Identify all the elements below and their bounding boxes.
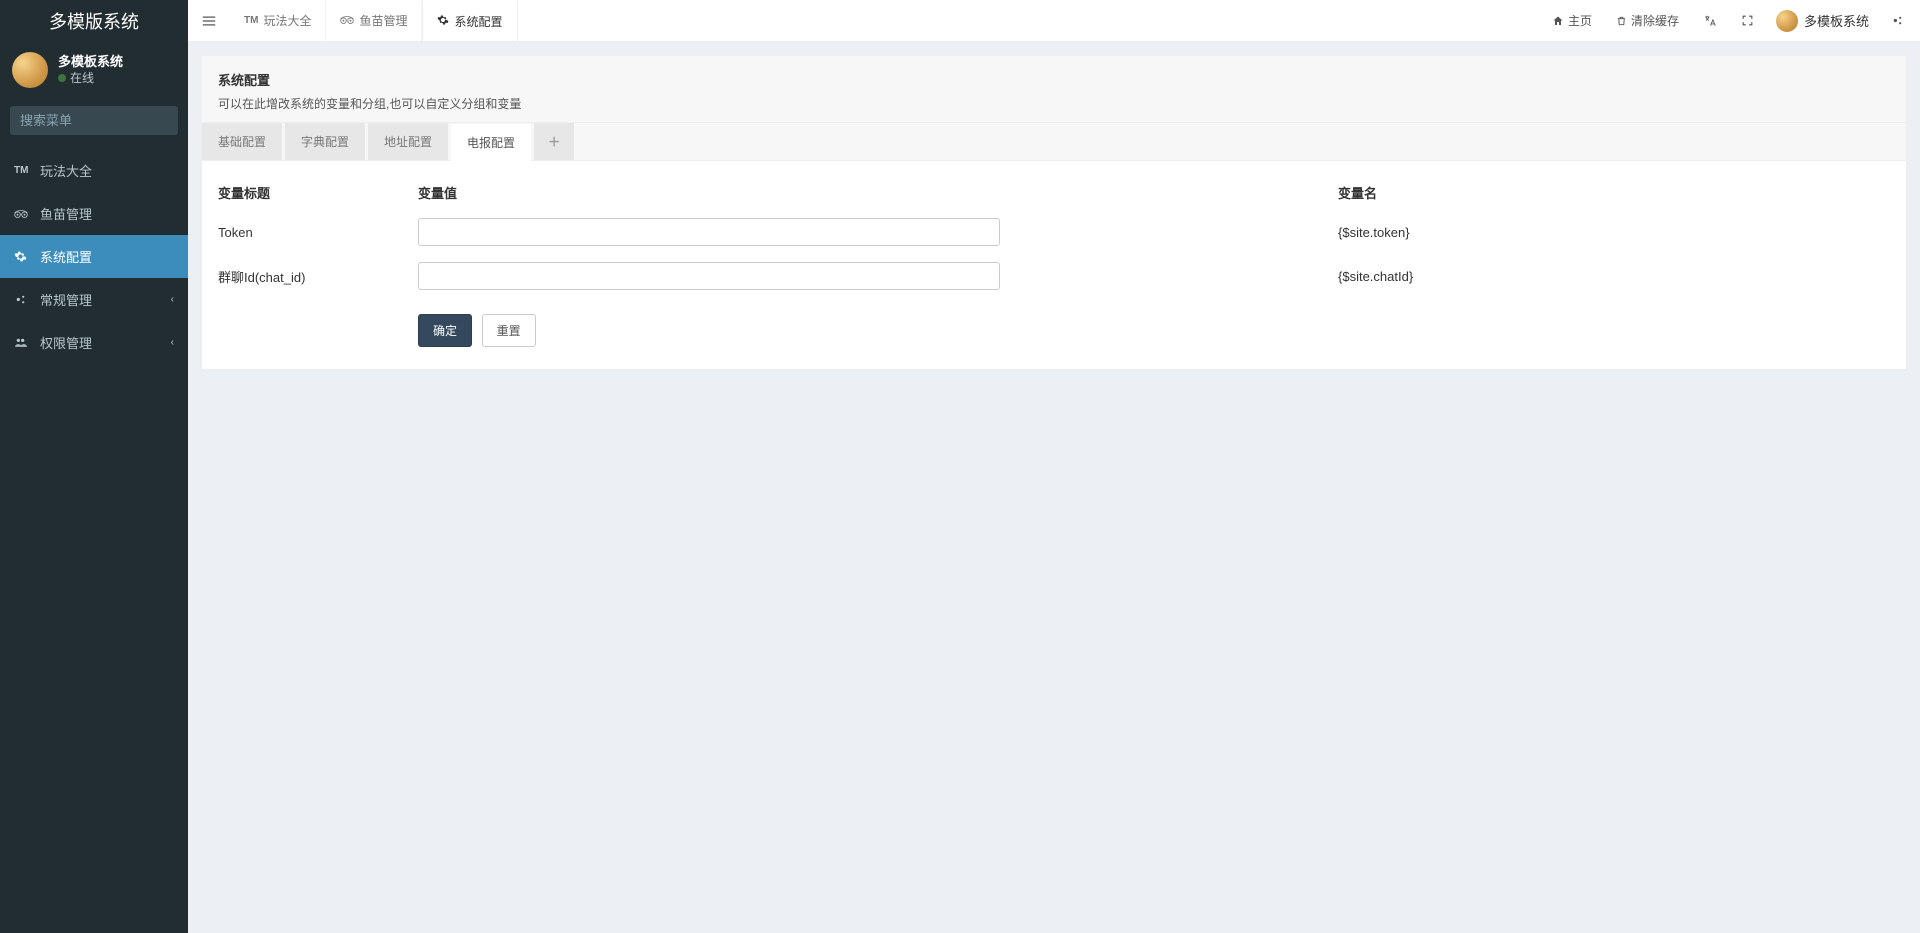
menu-icon [202, 15, 216, 27]
tab-system-config[interactable]: 系统配置 [422, 0, 517, 41]
tab-gameplay[interactable]: TM 玩法大全 [230, 0, 326, 41]
tab-label: 玩法大全 [263, 12, 311, 29]
clear-cache-button[interactable]: 清除缓存 [1606, 0, 1689, 41]
tripadvisor-icon [14, 209, 34, 219]
clear-cache-label: 清除缓存 [1631, 12, 1679, 29]
cfg-tab-basic[interactable]: 基础配置 [202, 123, 282, 160]
reset-button[interactable]: 重置 [482, 314, 536, 347]
sidebar-item-general[interactable]: 常规管理 ‹ [0, 278, 188, 321]
user-name: 多模板系统 [58, 54, 123, 71]
sidebar-item-fry[interactable]: 鱼苗管理 [0, 192, 188, 235]
sidebar-item-label: 系统配置 [40, 247, 92, 266]
row-title: Token [218, 225, 418, 240]
sidebar-search [10, 106, 178, 135]
col-header-value: 变量值 [418, 183, 1318, 202]
translate-icon [1703, 14, 1717, 28]
search-input[interactable] [10, 106, 178, 135]
sidebar-item-permissions[interactable]: 权限管理 ‹ [0, 321, 188, 364]
chevron-left-icon: ‹ [171, 337, 174, 348]
brand-logo[interactable]: 多模版系统 [0, 0, 188, 42]
topbar: TM 玩法大全 鱼苗管理 系统配置 [188, 0, 1920, 42]
row-varname: {$site.chatId} [1318, 269, 1538, 284]
top-user-menu[interactable]: 多模板系统 [1768, 0, 1877, 41]
tab-label: 鱼苗管理 [359, 12, 407, 29]
table-row: 群聊Id(chat_id) {$site.chatId} [218, 254, 1890, 298]
cfg-tab-add[interactable]: ＋ [534, 123, 574, 160]
tm-icon: TM [14, 165, 34, 176]
cfg-tab-telegram[interactable]: 电报配置 [451, 124, 531, 161]
home-icon [1552, 15, 1564, 27]
submit-button[interactable]: 确定 [418, 314, 472, 347]
table-header: 变量标题 变量值 变量名 [218, 175, 1890, 210]
top-user-label: 多模板系统 [1804, 11, 1869, 30]
panel-description: 可以在此增改系统的变量和分组,也可以自定义分组和变量 [218, 95, 1890, 112]
user-status: 在线 [58, 71, 123, 87]
user-avatar-small [1776, 10, 1798, 32]
col-header-name: 变量名 [1318, 183, 1538, 202]
sidebar-item-label: 鱼苗管理 [40, 204, 92, 223]
token-input[interactable] [418, 218, 1000, 246]
trash-icon [1616, 15, 1627, 27]
gear-icon [437, 14, 449, 29]
user-status-text: 在线 [70, 71, 94, 85]
chatid-input[interactable] [418, 262, 1000, 290]
home-button[interactable]: 主页 [1542, 0, 1602, 41]
config-tabs: 基础配置 字典配置 地址配置 电报配置 ＋ [202, 123, 1906, 161]
user-avatar [12, 52, 48, 88]
gear-icon [14, 250, 34, 263]
cfg-tab-dict[interactable]: 字典配置 [285, 123, 365, 160]
cfg-tab-address[interactable]: 地址配置 [368, 123, 448, 160]
cogs-icon [1891, 14, 1904, 27]
chevron-left-icon: ‹ [171, 294, 174, 305]
sidebar-item-system-config[interactable]: 系统配置 [0, 235, 188, 278]
tm-icon: TM [244, 15, 258, 26]
language-button[interactable] [1693, 0, 1727, 41]
status-dot-icon [58, 74, 66, 82]
sidebar-item-label: 玩法大全 [40, 161, 92, 180]
tripadvisor-icon [340, 14, 354, 28]
home-label: 主页 [1568, 12, 1592, 29]
sidebar-menu: TM 玩法大全 鱼苗管理 系统配置 常规管理 ‹ [0, 149, 188, 364]
row-varname: {$site.token} [1318, 225, 1538, 240]
fullscreen-button[interactable] [1731, 0, 1764, 41]
top-tabs: TM 玩法大全 鱼苗管理 系统配置 [230, 0, 518, 41]
sidebar-item-gameplay[interactable]: TM 玩法大全 [0, 149, 188, 192]
plus-icon: ＋ [548, 135, 560, 149]
expand-icon [1741, 14, 1754, 27]
tab-fry[interactable]: 鱼苗管理 [326, 0, 422, 41]
user-panel[interactable]: 多模板系统 在线 [0, 42, 188, 98]
table-row: Token {$site.token} [218, 210, 1890, 254]
settings-button[interactable] [1881, 0, 1914, 41]
group-icon [14, 336, 34, 349]
sidebar-item-label: 权限管理 [40, 333, 92, 352]
row-title: 群聊Id(chat_id) [218, 267, 418, 286]
toggle-sidebar-button[interactable] [188, 0, 230, 41]
sidebar-item-label: 常规管理 [40, 290, 92, 309]
tab-label: 系统配置 [454, 13, 502, 30]
col-header-title: 变量标题 [218, 183, 418, 202]
sidebar: 多模版系统 多模板系统 在线 TM 玩法大全 [0, 0, 188, 933]
cogs-icon [14, 293, 34, 306]
panel-title: 系统配置 [218, 70, 1890, 89]
config-panel: 系统配置 可以在此增改系统的变量和分组,也可以自定义分组和变量 基础配置 字典配… [202, 56, 1906, 369]
